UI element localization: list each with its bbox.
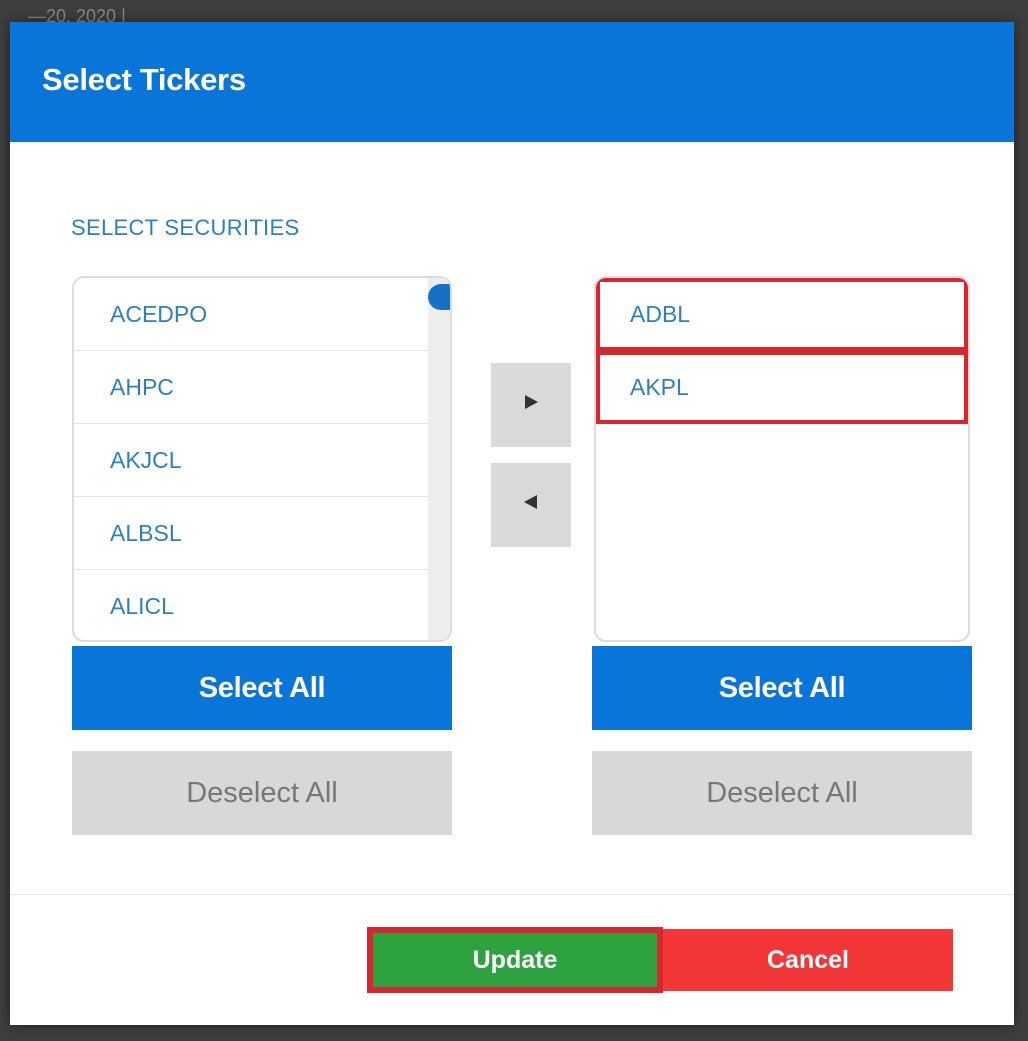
deselect-all-available-button[interactable]: Deselect All xyxy=(72,751,452,835)
list-item[interactable]: AHPC xyxy=(74,351,428,424)
scrollbar-thumb[interactable] xyxy=(428,284,450,310)
list-item[interactable]: ALBSL xyxy=(74,497,428,570)
list-item[interactable]: AKJCL xyxy=(74,424,428,497)
selected-securities-list[interactable]: ADBL AKPL xyxy=(594,276,970,642)
move-right-button[interactable] xyxy=(491,363,571,447)
cancel-button[interactable]: Cancel xyxy=(663,929,953,991)
triangle-left-icon xyxy=(524,495,537,509)
modal-title: Select Tickers xyxy=(42,62,246,97)
list-item[interactable]: AKPL xyxy=(596,351,968,424)
list-item[interactable]: ACEDPO xyxy=(74,278,428,351)
scrollbar[interactable] xyxy=(428,278,450,640)
move-left-button[interactable] xyxy=(491,463,571,547)
modal-header: Select Tickers xyxy=(10,22,1014,142)
select-all-available-button[interactable]: Select All xyxy=(72,646,452,730)
deselect-all-selected-button[interactable]: Deselect All xyxy=(592,751,972,835)
section-label: SELECT SECURITIES xyxy=(71,215,300,240)
available-securities-list[interactable]: ACEDPO AHPC AKJCL ALBSL ALICL xyxy=(72,276,452,642)
footer-divider xyxy=(10,894,1014,895)
select-tickers-modal: Select Tickers SELECT SECURITIES ACEDPO … xyxy=(10,22,1014,1025)
list-item[interactable]: ALICL xyxy=(74,570,428,640)
select-all-selected-button[interactable]: Select All xyxy=(592,646,972,730)
update-button[interactable]: Update xyxy=(367,927,663,993)
list-item[interactable]: ADBL xyxy=(596,278,968,351)
triangle-right-icon xyxy=(525,395,538,409)
